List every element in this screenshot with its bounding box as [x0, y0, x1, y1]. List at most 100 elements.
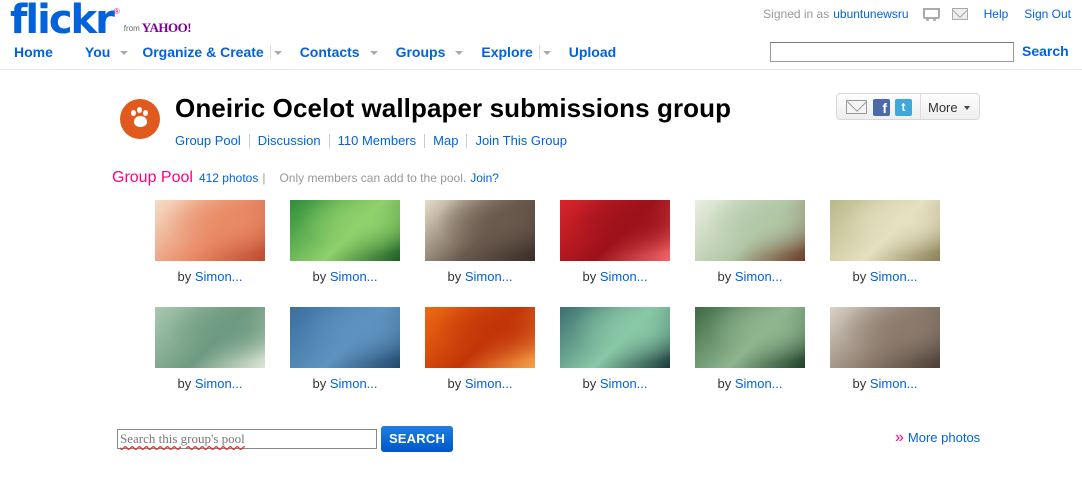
photo-thumbnail[interactable]: [560, 307, 670, 368]
chevron-down-icon[interactable]: [120, 51, 129, 55]
photo-thumbnail[interactable]: [290, 307, 400, 368]
group-title: Oneiric Ocelot wallpaper submissions gro…: [175, 93, 732, 123]
yahoo-logo: YAHOO!: [141, 20, 192, 35]
by-label: by: [717, 376, 732, 391]
from-label: from: [123, 24, 140, 33]
link-divider: [248, 133, 250, 148]
nav-label: Contacts: [299, 44, 360, 60]
by-label: by: [582, 376, 597, 391]
group-subnav: Group Pool Discussion 110 Members Map Jo…: [175, 133, 567, 148]
by-label: by: [312, 376, 327, 391]
owner-link[interactable]: Simon...: [600, 376, 648, 391]
join-link[interactable]: Join?: [470, 171, 499, 185]
photo-byline: by Simon...: [155, 269, 265, 284]
pool-search-button[interactable]: SEARCH: [381, 426, 453, 452]
photo-thumbnail[interactable]: [155, 200, 265, 261]
nav-upload[interactable]: Upload: [569, 44, 616, 60]
owner-link[interactable]: Simon...: [870, 376, 918, 391]
user-bar: Signed in as ubuntunewsru Help Sign Out: [763, 7, 1071, 21]
chevron-down-icon[interactable]: [273, 51, 282, 55]
main-nav: Home You Organize & Create Contacts Grou…: [14, 44, 616, 60]
photo-count-link[interactable]: 412 photos: [199, 171, 258, 185]
nav-organize-create[interactable]: Organize & Create: [142, 44, 282, 60]
twitter-icon[interactable]: t: [895, 99, 912, 116]
more-photos-label: More photos: [907, 430, 981, 445]
owner-link[interactable]: Simon...: [195, 269, 243, 284]
pool-header: Group Pool 412 photos | Only members can…: [112, 169, 499, 187]
cart-icon[interactable]: [922, 7, 940, 21]
discussion-link[interactable]: Discussion: [258, 133, 321, 148]
site-search-input[interactable]: [770, 42, 1014, 62]
photo-thumbnail[interactable]: [155, 307, 265, 368]
owner-link[interactable]: Simon...: [870, 269, 918, 284]
nav-label: Upload: [568, 44, 617, 60]
site-search-button[interactable]: Search: [1022, 43, 1069, 59]
photo-thumbnail[interactable]: [290, 200, 400, 261]
nav-label: Organize & Create: [142, 44, 264, 60]
photo-thumbnail[interactable]: [695, 307, 805, 368]
owner-link[interactable]: Simon...: [330, 269, 378, 284]
sign-out-link[interactable]: Sign Out: [1024, 7, 1071, 21]
more-button[interactable]: More: [928, 100, 958, 115]
by-label: by: [447, 376, 462, 391]
chevron-down-icon[interactable]: [964, 106, 970, 110]
photo-thumbnail[interactable]: [425, 307, 535, 368]
email-icon[interactable]: [846, 100, 867, 114]
facebook-icon[interactable]: f: [873, 99, 890, 116]
nav-divider: [538, 45, 540, 59]
by-label: by: [717, 269, 732, 284]
by-label: by: [177, 269, 192, 284]
by-label: by: [447, 269, 462, 284]
photo-thumbnail[interactable]: [695, 200, 805, 261]
nav-label: Groups: [395, 44, 446, 60]
photo-thumbnail[interactable]: [560, 200, 670, 261]
map-link[interactable]: Map: [433, 133, 458, 148]
members-link[interactable]: 110 Members: [338, 133, 417, 148]
chevron-down-icon[interactable]: [455, 51, 464, 55]
username-link[interactable]: ubuntunewsru: [833, 7, 908, 21]
owner-link[interactable]: Simon...: [330, 376, 378, 391]
photo-byline: by Simon...: [695, 376, 805, 391]
owner-link[interactable]: Simon...: [195, 376, 243, 391]
mail-icon[interactable]: [951, 8, 968, 20]
nav-you[interactable]: You: [84, 44, 129, 60]
double-chevron-icon: »: [895, 429, 904, 446]
owner-link[interactable]: Simon...: [735, 376, 783, 391]
group-pool-link[interactable]: Group Pool: [175, 133, 241, 148]
paw-icon[interactable]: [120, 99, 160, 139]
paw-toe: [131, 110, 136, 116]
photo-byline: by Simon...: [560, 376, 670, 391]
pool-title: Group Pool: [112, 169, 193, 186]
by-label: by: [852, 376, 867, 391]
owner-link[interactable]: Simon...: [735, 269, 783, 284]
photo-thumbnail[interactable]: [830, 307, 940, 368]
share-divider: [920, 94, 921, 119]
link-divider: [466, 133, 468, 148]
nav-contacts[interactable]: Contacts: [300, 44, 378, 60]
owner-link[interactable]: Simon...: [465, 376, 513, 391]
more-photos-link[interactable]: » More photos: [895, 429, 980, 447]
share-widget: f t More: [836, 93, 980, 120]
by-label: by: [177, 376, 192, 391]
nav-label: Explore: [481, 44, 533, 60]
nav-home[interactable]: Home: [14, 44, 53, 60]
owner-link[interactable]: Simon...: [465, 269, 513, 284]
photo-byline: by Simon...: [830, 376, 940, 391]
pool-search-input[interactable]: Search this group's pool: [117, 429, 377, 449]
join-group-link[interactable]: Join This Group: [475, 133, 567, 148]
chevron-down-icon[interactable]: [542, 51, 551, 55]
nav-groups[interactable]: Groups: [396, 44, 464, 60]
link-divider: [424, 133, 426, 148]
photo-byline: by Simon...: [830, 269, 940, 284]
paw-pad: [134, 116, 147, 127]
photo-thumbnail[interactable]: [425, 200, 535, 261]
nav-label: You: [84, 44, 111, 60]
flickr-logo[interactable]: flickr ® from YAHOO!: [10, 0, 192, 40]
help-link[interactable]: Help: [984, 7, 1009, 21]
photo-thumbnail[interactable]: [830, 200, 940, 261]
nav-explore[interactable]: Explore: [481, 44, 551, 60]
photo-byline: by Simon...: [695, 269, 805, 284]
owner-link[interactable]: Simon...: [600, 269, 648, 284]
chevron-down-icon[interactable]: [369, 51, 378, 55]
photo-byline: by Simon...: [155, 376, 265, 391]
